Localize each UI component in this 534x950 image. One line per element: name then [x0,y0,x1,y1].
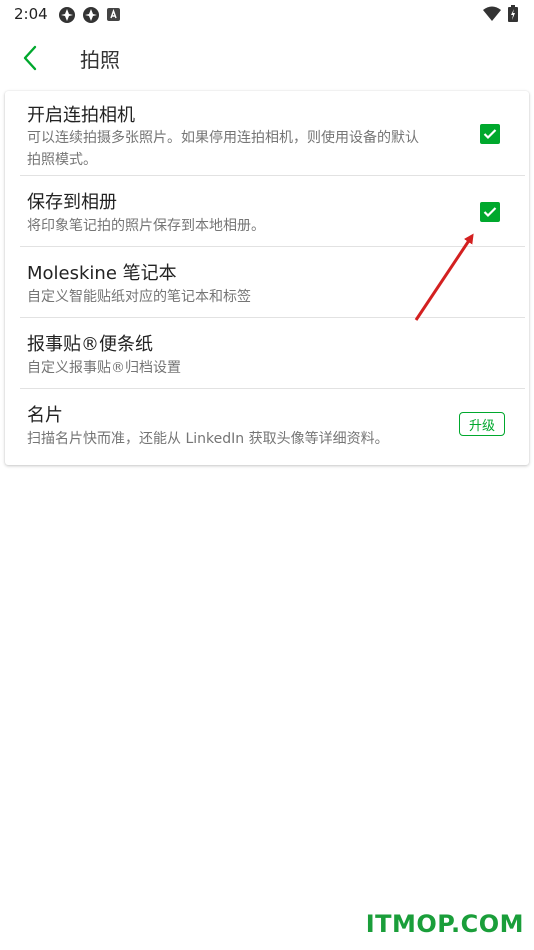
setting-desc: 可以连续拍摄多张照片。如果停用连拍相机，则使用设备的默认 [27,130,419,146]
setting-title: 名片 [27,405,63,426]
status-icons-right [482,5,518,22]
setting-title: 报事贴®便条纸 [27,334,153,355]
page-title: 拍照 [80,48,120,72]
toolbar: 拍照 [0,30,534,86]
upgrade-button[interactable]: 升级 [459,412,505,436]
status-bar: 2:04 [0,0,534,28]
setting-business-card[interactable]: 名片 扫描名片快而准，还能从 LinkedIn 获取头像等详细资料。 [5,389,529,461]
setting-post-it[interactable]: 报事贴®便条纸 自定义报事贴®归档设置 [5,318,529,388]
settings-card: 开启连拍相机 可以连续拍摄多张照片。如果停用连拍相机，则使用设备的默认 拍照模式… [5,91,529,465]
wifi-icon [483,6,501,21]
setting-moleskine[interactable]: Moleskine 笔记本 自定义智能贴纸对应的笔记本和标签 [5,247,529,317]
setting-desc: 将印象笔记拍的照片保存到本地相册。 [27,218,265,234]
save-to-album-checkbox[interactable] [480,202,500,222]
app-icon [83,7,99,23]
setting-desc: 拍照模式。 [27,152,97,168]
setting-title: 开启连拍相机 [27,105,135,126]
setting-title: 保存到相册 [27,192,117,213]
a-icon [107,8,120,21]
app-icon [59,7,75,23]
back-button[interactable] [12,42,48,74]
chevron-left-icon [23,45,37,71]
setting-desc: 自定义智能贴纸对应的笔记本和标签 [27,289,251,305]
check-icon [483,129,497,140]
watermark: ITMOP.COM [365,910,524,938]
setting-save-to-album[interactable]: 保存到相册 将印象笔记拍的照片保存到本地相册。 [5,176,529,246]
status-time: 2:04 [14,5,48,23]
burst-camera-checkbox[interactable] [480,124,500,144]
setting-title: Moleskine 笔记本 [27,263,177,284]
setting-desc: 扫描名片快而准，还能从 LinkedIn 获取头像等详细资料。 [27,431,389,447]
setting-desc: 自定义报事贴®归档设置 [27,360,181,376]
battery-icon [508,5,518,22]
setting-burst-camera[interactable]: 开启连拍相机 可以连续拍摄多张照片。如果停用连拍相机，则使用设备的默认 拍照模式… [5,91,529,175]
check-icon [483,207,497,218]
status-icons-left [58,6,122,24]
